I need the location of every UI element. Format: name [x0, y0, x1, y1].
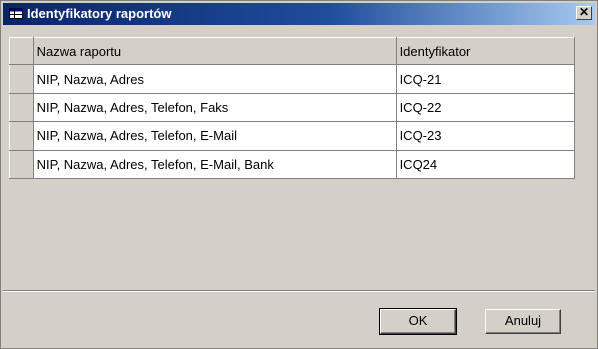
- title-bar[interactable]: Identyfikatory raportów ✕: [3, 3, 595, 25]
- row-selector[interactable]: [9, 64, 34, 94]
- report-ids-table: Nazwa raportu Identyfikator NIP, Nazwa, …: [9, 36, 576, 180]
- window-title: Identyfikatory raportów: [27, 6, 172, 21]
- table-row[interactable]: NIP, Nazwa, Adres, Telefon, Faks ICQ-22: [9, 92, 576, 123]
- report-name-cell[interactable]: NIP, Nazwa, Adres: [32, 64, 397, 94]
- report-name-cell[interactable]: NIP, Nazwa, Adres, Telefon, Faks: [32, 92, 397, 123]
- table-row[interactable]: NIP, Nazwa, Adres, Telefon, E-Mail, Bank…: [9, 149, 576, 180]
- row-selector-header: [9, 36, 34, 66]
- table-row[interactable]: NIP, Nazwa, Adres ICQ-21: [9, 64, 576, 94]
- cancel-button[interactable]: Anuluj: [485, 309, 561, 334]
- row-selector[interactable]: [9, 121, 34, 151]
- report-id-cell[interactable]: ICQ-21: [395, 64, 576, 94]
- report-name-cell[interactable]: NIP, Nazwa, Adres, Telefon, E-Mail, Bank: [32, 149, 397, 180]
- report-id-cell[interactable]: ICQ24: [395, 149, 576, 180]
- ok-button[interactable]: OK: [379, 308, 457, 335]
- row-selector[interactable]: [9, 92, 34, 123]
- report-id-cell[interactable]: ICQ-22: [395, 92, 576, 123]
- table-row[interactable]: NIP, Nazwa, Adres, Telefon, E-Mail ICQ-2…: [9, 121, 576, 151]
- dialog-window: Identyfikatory raportów ✕ Nazwa raportu …: [0, 0, 598, 349]
- report-name-cell[interactable]: NIP, Nazwa, Adres, Telefon, E-Mail: [32, 121, 397, 151]
- column-header-nazwa[interactable]: Nazwa raportu: [32, 36, 397, 66]
- footer-divider: [3, 290, 595, 292]
- report-id-cell[interactable]: ICQ-23: [395, 121, 576, 151]
- column-header-identyfikator[interactable]: Identyfikator: [395, 36, 576, 66]
- close-icon[interactable]: ✕: [576, 6, 592, 20]
- table-icon: [9, 8, 23, 19]
- row-selector[interactable]: [9, 149, 34, 180]
- table-header-row: Nazwa raportu Identyfikator: [9, 36, 576, 66]
